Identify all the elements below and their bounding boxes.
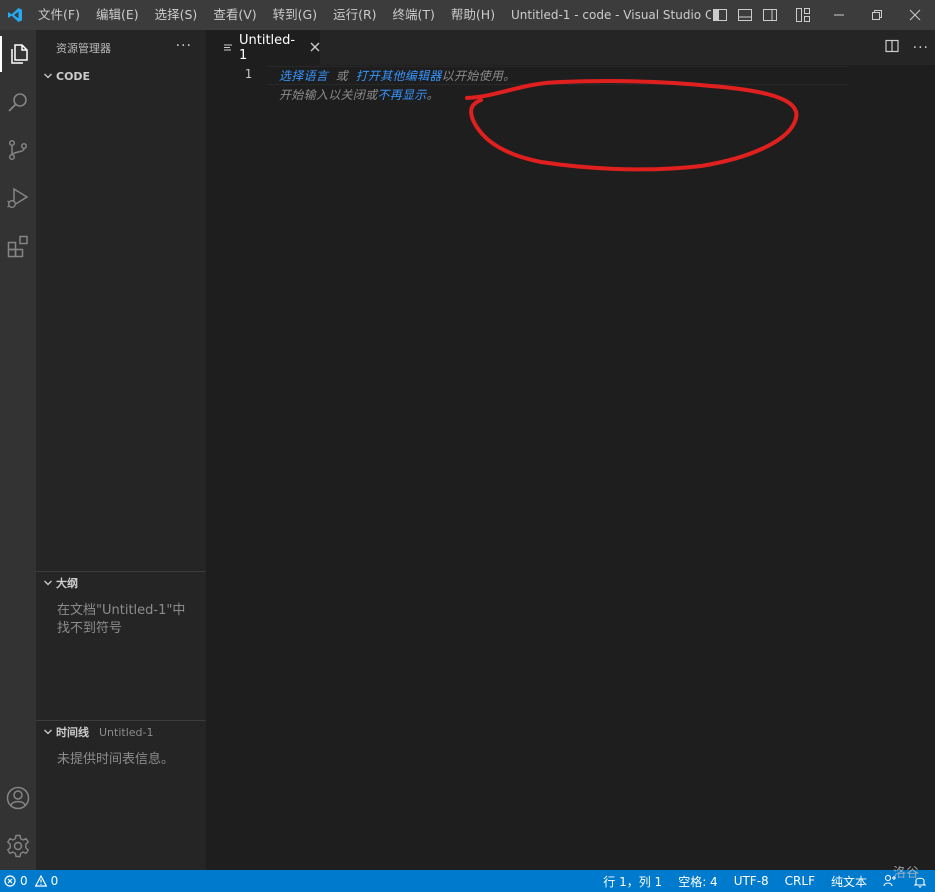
split-editor-icon[interactable] [885, 38, 899, 57]
indentation-setting[interactable]: 空格: 4 [670, 873, 726, 890]
timeline-title: 时间线 [56, 726, 89, 739]
outline-section: 大纲 在文档"Untitled-1"中找不到符号 [36, 571, 206, 638]
menu-help[interactable]: 帮助(H) [443, 0, 503, 30]
status-bar-right: 行 1，列 1 空格: 4 UTF-8 CRLF 纯文本 [595, 870, 935, 892]
timeline-section: 时间线 Untitled-1 未提供时间表信息。 [36, 720, 206, 769]
hint-separator: 或 [328, 69, 356, 83]
menu-terminal[interactable]: 终端(T) [385, 0, 443, 30]
dont-show-again-link[interactable]: 不再显示 [377, 88, 426, 102]
search-icon[interactable] [0, 84, 36, 120]
activity-bar [0, 30, 36, 870]
customize-layout-icon[interactable] [795, 7, 811, 26]
window-controls [820, 0, 934, 30]
timeline-empty-message: 未提供时间表信息。 [57, 752, 175, 767]
menu-edit[interactable]: 编辑(E) [88, 0, 147, 30]
outline-title: 大纲 [56, 577, 78, 590]
tab-untitled-1[interactable]: Untitled-1 [206, 30, 320, 65]
watermark: 洛谷 [893, 866, 920, 881]
layout-controls [712, 7, 811, 26]
restore-icon[interactable] [858, 0, 896, 30]
menu-view[interactable]: 查看(V) [205, 0, 264, 30]
chevron-down-icon [40, 578, 56, 588]
editor-actions: ··· [885, 30, 929, 65]
outline-empty-message: 在文档"Untitled-1"中找不到符号 [57, 603, 186, 636]
plaintext-file-icon [223, 43, 233, 53]
chevron-down-icon [40, 727, 56, 737]
warning-icon [34, 875, 47, 887]
toggle-primary-sidebar-icon[interactable] [712, 7, 728, 26]
account-icon[interactable] [0, 780, 36, 816]
explorer-icon[interactable] [0, 36, 36, 72]
folder-section-header[interactable]: CODE [36, 65, 206, 87]
tab-label: Untitled-1 [239, 32, 296, 63]
warning-count: 0 [50, 874, 59, 888]
window-title: Untitled-1 - code - Visual Studio Co... [511, 8, 711, 22]
line-number: 1 [244, 67, 252, 81]
open-other-editor-link[interactable]: 打开其他编辑器 [356, 69, 442, 83]
timeline-file-label: Untitled-1 [99, 725, 154, 739]
error-count: 0 [20, 874, 28, 888]
error-icon [4, 875, 16, 887]
menu-selection[interactable]: 选择(S) [147, 0, 206, 30]
select-language-link[interactable]: 选择语言 [279, 69, 328, 83]
red-annotation-circle [465, 79, 799, 172]
hint-end: 。 [426, 88, 439, 102]
problems-indicator[interactable]: 0 0 [0, 874, 58, 888]
end-of-line[interactable]: CRLF [777, 874, 823, 888]
explorer-sidebar: 资源管理器 ··· CODE 大纲 在文档"Untitled-1"中找不到符号 … [36, 30, 206, 870]
settings-gear-icon[interactable] [0, 828, 36, 864]
file-encoding[interactable]: UTF-8 [726, 874, 777, 888]
close-window-icon[interactable] [896, 0, 934, 30]
tab-bar: Untitled-1 ··· [206, 30, 935, 65]
minimize-icon[interactable] [820, 0, 858, 30]
sidebar-more-actions-button[interactable]: ··· [176, 38, 192, 54]
extensions-icon[interactable] [0, 228, 36, 264]
vscode-logo-icon [0, 0, 30, 30]
hint-head: 开始输入以关闭或 [279, 88, 378, 102]
close-icon[interactable] [310, 40, 320, 56]
status-bar: 0 0 行 1，列 1 空格: 4 UTF-8 CRLF 纯文本 [0, 870, 935, 892]
outline-section-header[interactable]: 大纲 [36, 572, 206, 594]
chevron-down-icon [40, 71, 56, 81]
title-bar: 文件(F) 编辑(E) 选择(S) 查看(V) 转到(G) 运行(R) 终端(T… [0, 0, 935, 30]
editor-more-actions-button[interactable]: ··· [913, 40, 929, 56]
editor-area: Untitled-1 ··· 1 选择语言 或 打开其他编辑器以开始使用。 开始… [206, 30, 935, 870]
menu-file[interactable]: 文件(F) [30, 0, 88, 30]
sidebar-header: 资源管理器 ··· [36, 30, 206, 65]
source-control-icon[interactable] [0, 132, 36, 168]
menu-go[interactable]: 转到(G) [265, 0, 325, 30]
timeline-section-header[interactable]: 时间线 Untitled-1 [36, 721, 206, 743]
toggle-panel-icon[interactable] [737, 7, 753, 26]
language-mode[interactable]: 纯文本 [823, 873, 875, 890]
toggle-secondary-sidebar-icon[interactable] [762, 7, 778, 26]
cursor-position[interactable]: 行 1，列 1 [595, 873, 670, 890]
menu-run[interactable]: 运行(R) [325, 0, 384, 30]
folder-name: CODE [56, 69, 91, 83]
run-debug-icon[interactable] [0, 180, 36, 216]
sidebar-title: 资源管理器 [56, 41, 111, 55]
menu-bar: 文件(F) 编辑(E) 选择(S) 查看(V) 转到(G) 运行(R) 终端(T… [30, 0, 503, 30]
editor-hint-line-2: 开始输入以关闭或不再显示。 [279, 86, 439, 103]
